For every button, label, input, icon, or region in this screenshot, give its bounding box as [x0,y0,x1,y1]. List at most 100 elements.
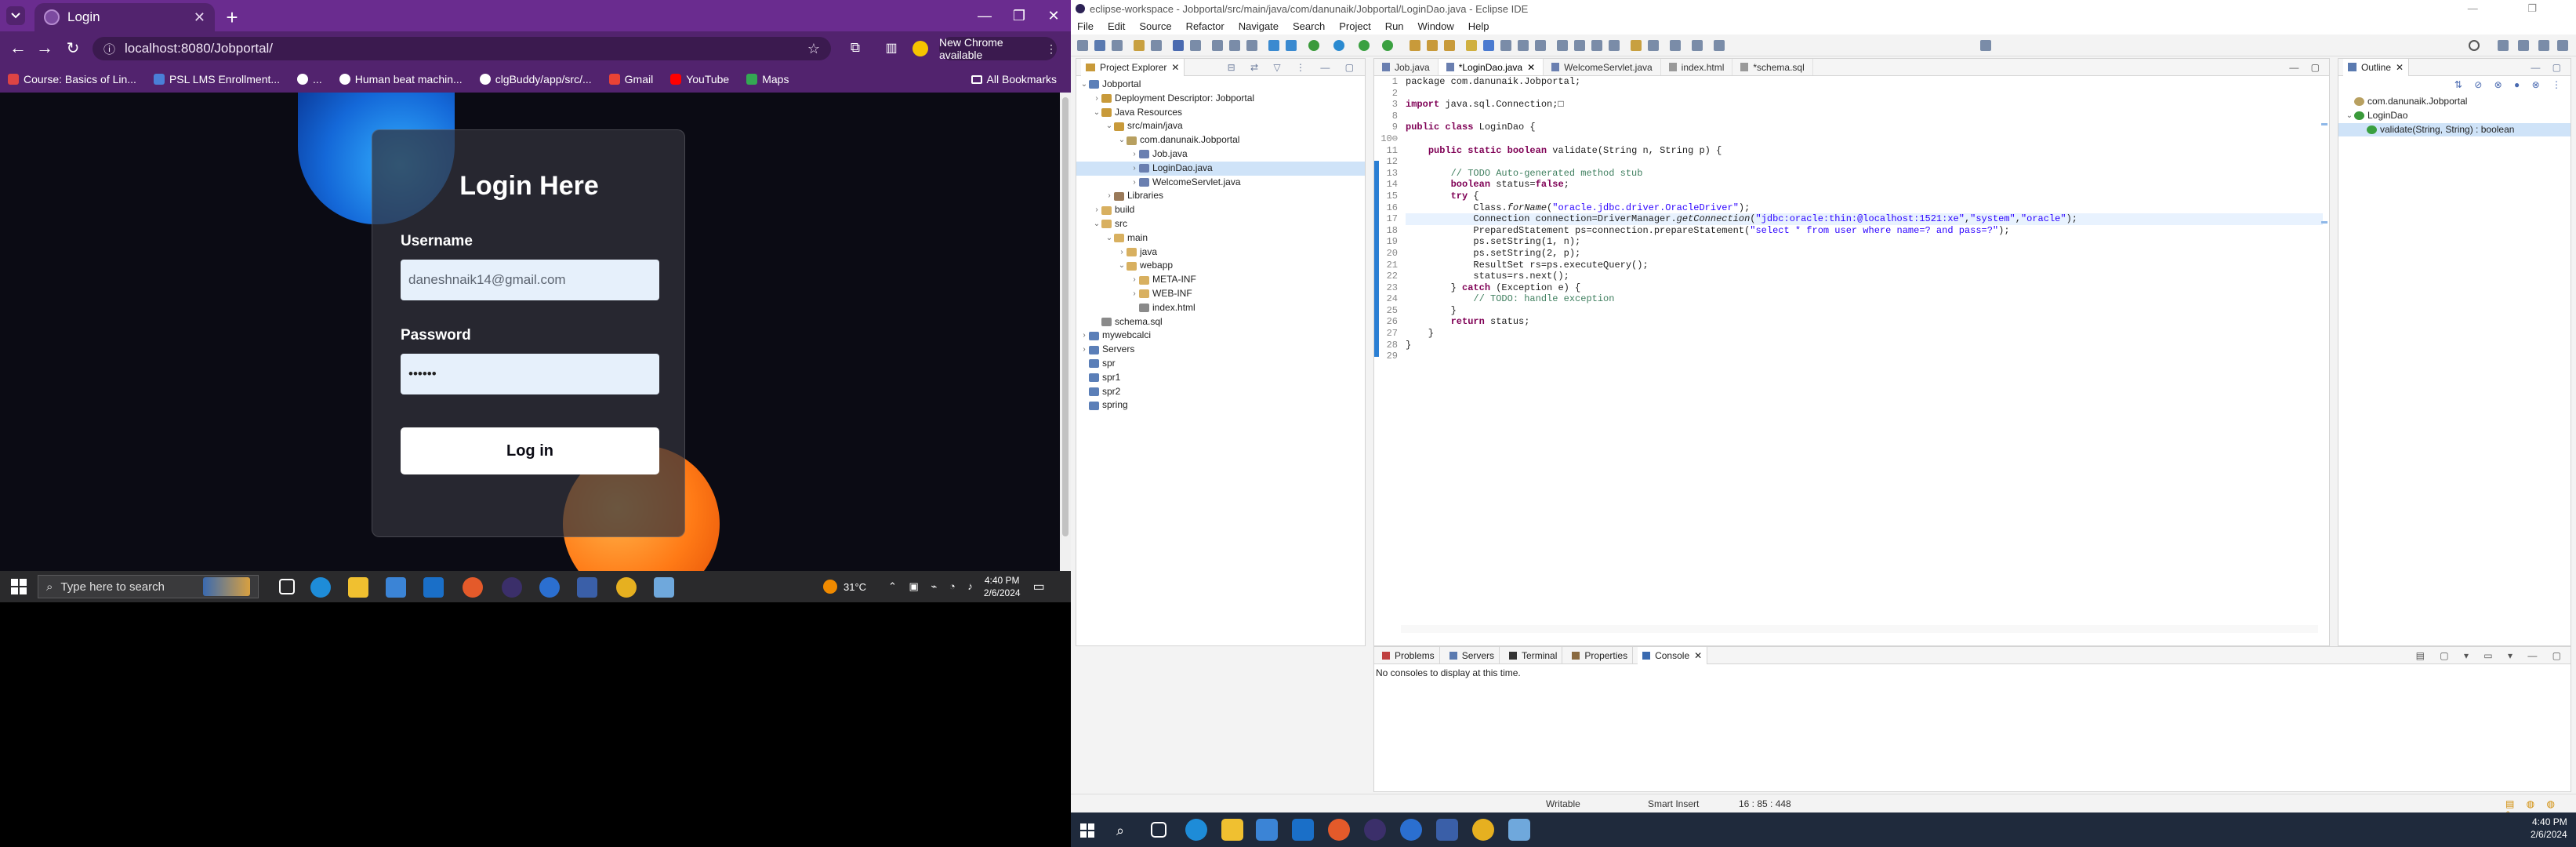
tree-item[interactable]: › java [1076,245,1365,260]
code-line[interactable] [1406,133,2323,145]
menu-item-window[interactable]: Window [1418,20,1454,32]
taskbar-search-box[interactable]: ⌕ Type here to search [38,575,259,598]
code-line[interactable]: public class LoginDao { [1406,122,2323,133]
tree-item[interactable]: spr2 [1076,385,1365,399]
tree-expand-icon[interactable]: › [1079,343,1089,357]
tree-item[interactable]: ⌄ webapp [1076,259,1365,273]
notification-icon[interactable]: ▭ [1033,579,1045,594]
close-icon[interactable]: ✕ [1527,62,1535,73]
menu-item-edit[interactable]: Edit [1108,20,1125,32]
file-explorer-icon[interactable] [1221,819,1243,841]
code-line[interactable] [1406,351,2323,362]
editor-max-icons[interactable]: — ▢ [2289,62,2324,73]
tree-expand-icon[interactable]: ⌄ [1105,119,1114,133]
code-line[interactable]: package com.danunaik.Jobportal; [1406,76,2323,88]
tray-icons[interactable]: ⌃ ▣ ⌁ ◔ ♪ [888,580,978,593]
page-scrollbar[interactable] [1060,93,1071,571]
tree-item[interactable]: › Job.java [1076,147,1365,162]
tree-item[interactable]: ⌄ src/main/java [1076,119,1365,133]
close-icon[interactable]: ✕ [1171,62,1179,73]
bookmark-item[interactable]: ... [297,73,322,85]
profile-avatar[interactable] [912,41,928,56]
clock-right[interactable]: 4:40 PM 2/6/2024 [2531,816,2567,841]
bookmark-item[interactable]: Maps [746,73,789,85]
tree-expand-icon[interactable]: › [1117,245,1127,260]
code-line[interactable]: } catch (Exception e) { [1406,282,2323,294]
tree-item[interactable]: schema.sql [1076,315,1365,329]
close-icon[interactable]: ✕ [2396,62,2404,73]
bottom-tab-terminal[interactable]: Terminal [1504,646,1563,664]
tree-expand-icon[interactable]: › [1130,273,1139,287]
tab-search-icon[interactable] [6,6,25,25]
scrollbar-thumb[interactable] [1062,97,1068,536]
username-input[interactable]: daneshnaik14@gmail.com [401,260,659,300]
brave-icon[interactable] [1328,819,1350,841]
code-line[interactable]: ResultSet rs=ps.executeQuery(); [1406,260,2323,271]
bookmark-item[interactable]: Human beat machin... [339,73,463,85]
all-bookmarks-button[interactable]: All Bookmarks [971,66,1057,93]
code-line[interactable]: Class.forName("oracle.jdbc.driver.Oracle… [1406,202,2323,214]
code-line[interactable]: // TODO: handle exception [1406,293,2323,305]
menu-item-search[interactable]: Search [1293,20,1325,32]
more-menu-icon[interactable]: ⋮ [1046,42,1057,56]
outline-action-icons[interactable]: ⇅ ⊘ ⊗ ● ⊗ ⋮ [2454,79,2566,90]
code-line[interactable]: return status; [1406,316,2323,328]
code-line[interactable]: public static boolean validate(String n,… [1406,145,2323,157]
tree-item[interactable]: spr [1076,357,1365,371]
tree-expand-icon[interactable]: ⌄ [1117,259,1127,273]
code-line[interactable]: // TODO Auto-generated method stub [1406,168,2323,180]
bottom-tab-problems[interactable]: Problems [1377,646,1440,664]
outline-toolbar-icons[interactable]: — ▢ [2531,62,2566,73]
brave-icon[interactable] [463,577,483,598]
overview-ruler[interactable] [2318,76,2329,625]
task-view-icon[interactable] [1151,822,1166,838]
tree-expand-icon[interactable]: ⌄ [1079,78,1089,92]
code-line[interactable]: status=rs.next(); [1406,271,2323,282]
search-icon[interactable]: ⌕ [1116,823,1124,839]
tab-close-icon[interactable]: ✕ [194,9,205,26]
new-tab-icon[interactable]: + [221,6,243,28]
editor-tab[interactable]: WelcomeServlet.java [1544,59,1661,75]
extensions-icon[interactable]: ⧉ [845,38,865,58]
intellij-icon[interactable] [1400,819,1422,841]
eclipse-taskbar-icon[interactable] [502,577,522,598]
eclipse-taskbar-icon[interactable] [1364,819,1386,841]
tree-expand-icon[interactable]: ⌄ [1092,217,1101,231]
chrome-taskbar-icon[interactable] [1472,819,1494,841]
tree-expand-icon[interactable]: › [1105,189,1114,203]
mail-icon[interactable] [423,577,444,598]
menu-item-help[interactable]: Help [1468,20,1489,32]
code-line[interactable]: ps.setString(2, p); [1406,248,2323,260]
outline-tab[interactable]: Outline ✕ [2343,58,2410,76]
tree-expand-icon[interactable]: › [1130,162,1139,176]
code-line[interactable]: } [1406,305,2323,317]
tree-item[interactable]: ⌄ Jobportal [1076,78,1365,92]
browser-tab[interactable]: Login ✕ [34,3,215,31]
restore-icon[interactable]: ❐ [1002,5,1036,27]
mail-icon[interactable] [1292,819,1314,841]
windows-start-icon[interactable] [11,579,27,594]
edge-icon[interactable] [1185,819,1207,841]
editor-tab[interactable]: *schema.sql [1732,59,1813,75]
tree-expand-icon[interactable]: ⌄ [1092,106,1101,120]
code-line[interactable]: boolean status=false; [1406,179,2323,191]
password-input[interactable]: •••••• [401,354,659,394]
store-icon[interactable] [1256,819,1278,841]
tree-item[interactable]: › Deployment Descriptor: Jobportal [1076,92,1365,106]
tree-expand-icon[interactable]: ⌄ [1105,231,1114,245]
tree-item[interactable]: ⌄ main [1076,231,1365,245]
store-icon[interactable] [386,577,406,598]
bookmark-item[interactable]: Gmail [608,73,653,85]
tree-item[interactable]: › Servers [1076,343,1365,357]
code-line[interactable]: PreparedStatement ps=connection.prepareS… [1406,225,2323,237]
reload-icon[interactable]: ↻ [63,38,83,58]
task-view-icon[interactable] [279,579,295,594]
code-line[interactable]: } [1406,328,2323,340]
side-panel-icon[interactable]: ▥ [881,38,902,58]
code-line[interactable]: try { [1406,191,2323,202]
tree-expand-icon[interactable]: › [1092,203,1101,217]
bookmark-item[interactable]: clgBuddy/app/src/... [479,73,592,85]
console-toolbar-icons[interactable]: ▤ ▢ ▾ ▭ ▾ — ▢ [2416,650,2567,661]
intellij-icon[interactable] [539,577,560,598]
back-icon[interactable]: ← [8,38,28,58]
